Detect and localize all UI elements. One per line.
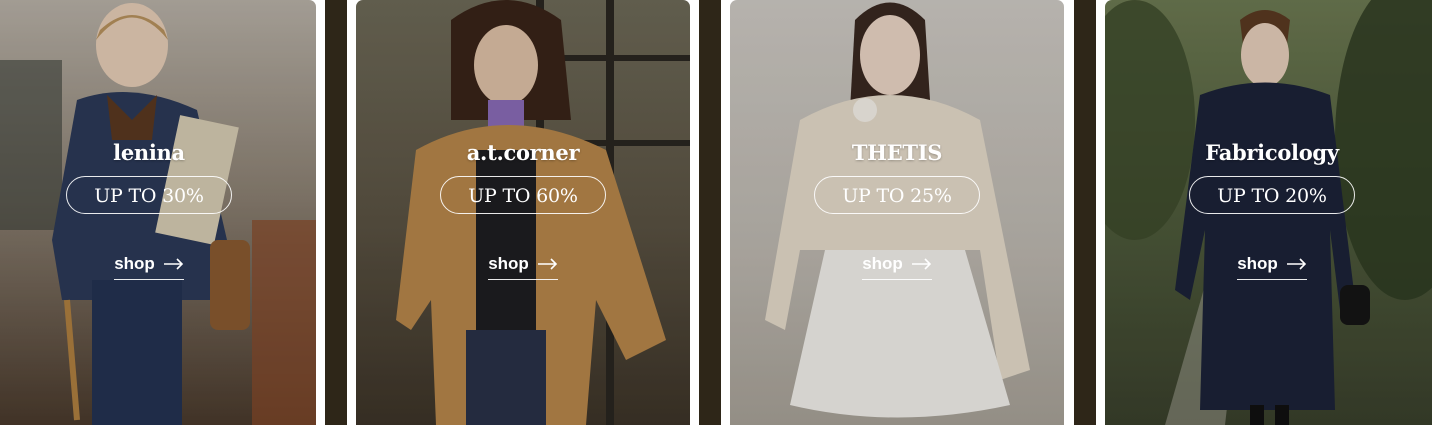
divider-strip — [699, 0, 721, 425]
promo-overlay: Fabricology UP TO 20% shop — [1105, 138, 1432, 280]
shop-link[interactable]: shop — [862, 254, 932, 280]
shop-link-label: shop — [488, 254, 529, 273]
shop-link-label: shop — [114, 254, 155, 273]
arrow-right-icon — [163, 258, 183, 270]
promo-overlay: a.t.corner UP TO 60% shop — [356, 138, 690, 280]
promo-card-thetis[interactable]: THETIS UP TO 25% shop — [730, 0, 1064, 425]
brand-name: lenina — [113, 140, 185, 165]
arrow-right-icon — [537, 258, 557, 270]
shop-link[interactable]: shop — [114, 254, 184, 280]
divider-strip — [325, 0, 347, 425]
divider-strip — [1074, 0, 1096, 425]
promo-overlay: lenina UP TO 30% shop — [0, 138, 316, 280]
discount-badge: UP TO 25% — [814, 176, 980, 214]
brand-name: Fabricology — [1205, 140, 1339, 165]
promo-overlay: THETIS UP TO 25% shop — [730, 138, 1064, 280]
promo-card-fabricology[interactable]: Fabricology UP TO 20% shop — [1105, 0, 1432, 425]
promo-card-lenina[interactable]: lenina UP TO 30% shop — [0, 0, 316, 425]
brand-name: THETIS — [851, 140, 943, 165]
shop-link-label: shop — [862, 254, 903, 273]
discount-badge: UP TO 30% — [66, 176, 232, 214]
arrow-right-icon — [911, 258, 931, 270]
promo-card-at-corner[interactable]: a.t.corner UP TO 60% shop — [356, 0, 690, 425]
shop-link[interactable]: shop — [488, 254, 558, 280]
discount-badge: UP TO 60% — [440, 176, 606, 214]
shop-link[interactable]: shop — [1237, 254, 1307, 280]
discount-badge: UP TO 20% — [1189, 176, 1355, 214]
arrow-right-icon — [1286, 258, 1306, 270]
brand-name: a.t.corner — [466, 140, 580, 165]
shop-link-label: shop — [1237, 254, 1278, 273]
